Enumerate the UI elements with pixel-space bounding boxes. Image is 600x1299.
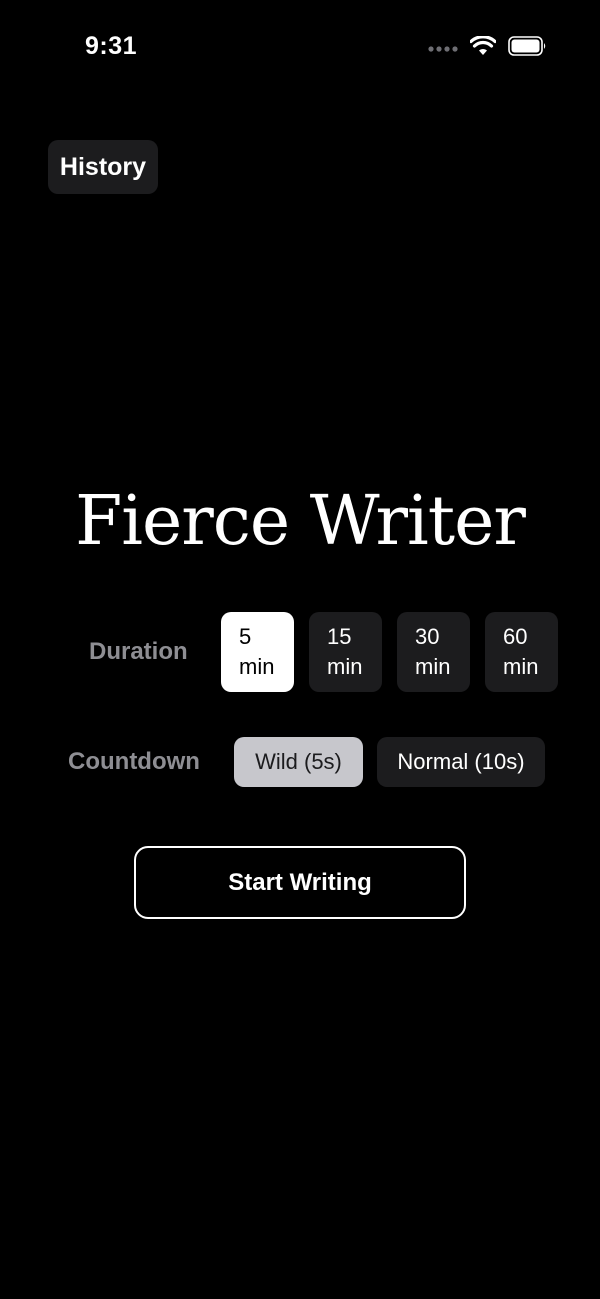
- duration-value: 30: [415, 624, 440, 649]
- duration-unit: min: [327, 654, 363, 679]
- history-button[interactable]: History: [48, 140, 158, 194]
- status-icons: [428, 35, 548, 61]
- countdown-label: Countdown: [68, 748, 200, 775]
- start-writing-button[interactable]: Start Writing: [134, 846, 466, 919]
- duration-option-5[interactable]: 5 min: [221, 612, 294, 692]
- status-time: 9:31: [85, 32, 138, 60]
- duration-value: 5: [239, 624, 252, 649]
- duration-label: Duration: [89, 638, 188, 665]
- duration-option-30[interactable]: 30 min: [397, 612, 470, 692]
- countdown-option-wild[interactable]: Wild (5s): [234, 737, 363, 787]
- battery-icon: [508, 36, 548, 61]
- duration-value: 15: [327, 624, 352, 649]
- duration-unit: min: [415, 654, 451, 679]
- duration-value: 60: [503, 624, 528, 649]
- app-title: Fierce Writer: [75, 482, 526, 561]
- wifi-icon: [469, 35, 497, 61]
- duration-unit: min: [503, 654, 539, 679]
- countdown-option-normal[interactable]: Normal (10s): [377, 737, 545, 787]
- duration-unit: min: [239, 654, 275, 679]
- duration-option-15[interactable]: 15 min: [309, 612, 382, 692]
- duration-option-60[interactable]: 60 min: [485, 612, 558, 692]
- signal-icon: [428, 40, 458, 58]
